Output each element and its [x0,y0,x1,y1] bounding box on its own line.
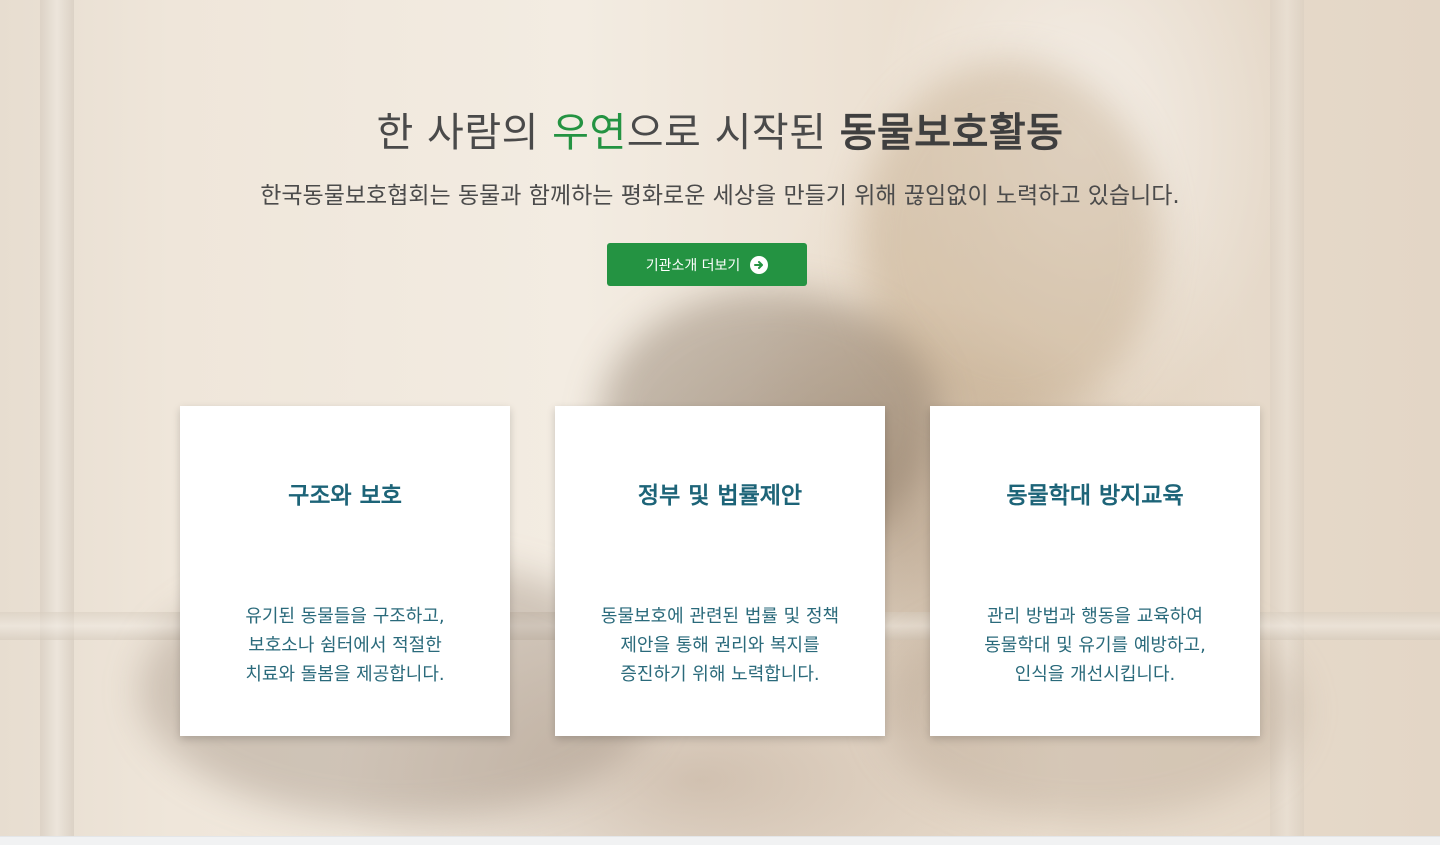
about-more-label: 기관소개 더보기 [645,257,741,274]
card-description: 관리 방법과 행동을 교육하여 동물학대 및 유기를 예방하고, 인식을 개선시… [930,602,1260,689]
card-line: 동물보호에 관련된 법률 및 정책 [600,606,840,627]
card-line: 증진하기 위해 노력합니다. [620,664,820,685]
hero-section: 한 사람의 우연으로 시작된 동물보호활동 한국동물보호협회는 동물과 함께하는… [0,0,1440,836]
card-line: 인식을 개선시킵니다. [1014,664,1176,685]
headline-accent: 우연 [552,110,627,156]
card-education: 동물학대 방지교육 관리 방법과 행동을 교육하여 동물학대 및 유기를 예방하… [930,406,1260,736]
card-title: 동물학대 방지교육 [1006,483,1184,509]
headline-part1: 한 사람의 [376,110,553,156]
card-rescue: 구조와 보호 유기된 동물들을 구조하고, 보호소나 쉼터에서 적절한 치료와 … [180,406,510,736]
card-line: 동물학대 및 유기를 예방하고, [984,635,1206,656]
card-line: 제안을 통해 권리와 복지를 [620,635,820,656]
card-description: 유기된 동물들을 구조하고, 보호소나 쉼터에서 적절한 치료와 돌봄을 제공합… [180,602,510,689]
headline-bold: 동물보호활동 [839,110,1064,156]
hero-headline: 한 사람의 우연으로 시작된 동물보호활동 [0,100,1440,158]
card-policy: 정부 및 법률제안 동물보호에 관련된 법률 및 정책 제안을 통해 권리와 복… [555,406,885,736]
card-line: 관리 방법과 행동을 교육하여 [987,606,1203,627]
card-line: 치료와 돌봄을 제공합니다. [245,664,445,685]
card-line: 유기된 동물들을 구조하고, [245,606,445,627]
card-title: 구조와 보호 [288,483,402,509]
headline-part2: 으로 시작된 [626,110,840,156]
hero-subline: 한국동물보호협회는 동물과 함께하는 평화로운 세상을 만들기 위해 끊임없이 … [260,183,1180,209]
card-line: 보호소나 쉼터에서 적절한 [248,635,442,656]
arrow-right-circle-icon [750,255,769,274]
card-description: 동물보호에 관련된 법률 및 정책 제안을 통해 권리와 복지를 증진하기 위해… [555,602,885,689]
card-title: 정부 및 법률제안 [637,483,803,509]
about-more-button[interactable]: 기관소개 더보기 [607,243,807,286]
